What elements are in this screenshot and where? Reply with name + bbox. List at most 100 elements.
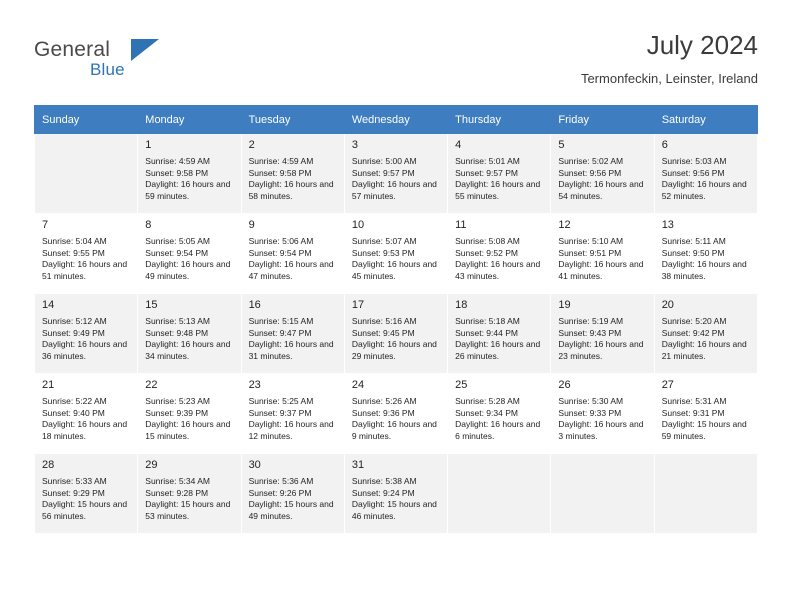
daylight-text: Daylight: 16 hours and 51 minutes. (42, 259, 128, 281)
calendar-day-cell[interactable]: 12 Sunrise: 5:10 AM Sunset: 9:51 PM Dayligh… (550, 213, 655, 294)
weekday-header-friday: Friday (550, 105, 655, 134)
day-number: 4 (455, 139, 462, 151)
sunrise-text: Sunrise: 5:10 AM (558, 236, 624, 246)
day-number: 21 (42, 379, 55, 391)
sunset-text: Sunset: 9:34 PM (455, 407, 518, 418)
sunset-text: Sunset: 9:54 PM (248, 247, 312, 258)
calendar-day-cell[interactable]: 18 Sunrise: 5:18 AM Sunset: 9:44 PM Dayligh… (447, 293, 552, 374)
sunset-text: Sunset: 9:56 PM (558, 167, 622, 178)
day-number: 3 (351, 139, 358, 151)
daylight-text: Daylight: 16 hours and 15 minutes. (145, 419, 231, 441)
calendar-day-cell[interactable]: 14 Sunrise: 5:12 AM Sunset: 9:49 PM Dayligh… (33, 293, 139, 374)
calendar-cell-inner: 25 Sunrise: 5:28 AM Sunset: 9:34 PM Dayligh… (448, 374, 550, 446)
calendar-day-cell[interactable]: 19 Sunrise: 5:19 AM Sunset: 9:43 PM Dayligh… (550, 293, 655, 374)
daylight-text: Daylight: 16 hours and 43 minutes. (455, 259, 541, 281)
calendar-cell-inner: 15 Sunrise: 5:13 AM Sunset: 9:48 PM Dayligh… (138, 294, 240, 366)
sunrise-text: Sunrise: 5:16 AM (351, 316, 417, 326)
calendar-day-cell[interactable]: 5 Sunrise: 5:02 AM Sunset: 9:56 PM Daylight… (550, 133, 655, 214)
calendar-day-cell[interactable]: 13 Sunrise: 5:11 AM Sunset: 9:50 PM Dayligh… (653, 213, 759, 294)
sunrise-text: Sunrise: 5:00 AM (351, 156, 417, 166)
calendar-day-cell[interactable]: 26 Sunrise: 5:30 AM Sunset: 9:33 PM Dayligh… (550, 373, 655, 454)
sunrise-text: Sunrise: 5:15 AM (248, 316, 314, 326)
sunset-text: Sunset: 9:49 PM (42, 327, 105, 338)
daylight-text: Daylight: 16 hours and 9 minutes. (351, 419, 437, 441)
sunset-text: Sunset: 9:58 PM (248, 167, 312, 178)
calendar-week-row: 21 Sunrise: 5:22 AM Sunset: 9:40 PM Dayligh… (33, 373, 759, 454)
calendar-page: General Blue July 2024 Termonfeckin, Lei… (0, 0, 792, 612)
calendar-day-cell[interactable]: 11 Sunrise: 5:08 AM Sunset: 9:52 PM Dayligh… (447, 213, 552, 294)
calendar-day-cell[interactable]: 2 Sunrise: 4:59 AM Sunset: 9:58 PM Daylight… (240, 133, 345, 214)
calendar-day-cell[interactable]: 27 Sunrise: 5:31 AM Sunset: 9:31 PM Dayligh… (653, 373, 759, 454)
calendar-cell-inner: 16 Sunrise: 5:15 AM Sunset: 9:47 PM Dayligh… (242, 294, 344, 366)
sunrise-text: Sunrise: 5:13 AM (145, 316, 211, 326)
calendar-table: Sunday Monday Tuesday Wednesday Thursday… (33, 105, 759, 534)
day-number: 27 (661, 379, 674, 391)
title-block: July 2024 Termonfeckin, Leinster, Irelan… (581, 30, 758, 88)
weekday-header-row: Sunday Monday Tuesday Wednesday Thursday… (33, 105, 759, 134)
day-number: 6 (661, 139, 668, 151)
calendar-day-cell[interactable]: 25 Sunrise: 5:28 AM Sunset: 9:34 PM Dayligh… (447, 373, 552, 454)
sunrise-text: Sunrise: 5:28 AM (455, 396, 520, 406)
calendar-cell-inner: 19 Sunrise: 5:19 AM Sunset: 9:43 PM Dayligh… (551, 294, 653, 366)
calendar-day-cell[interactable]: 31 Sunrise: 5:38 AM Sunset: 9:24 PM Dayligh… (343, 453, 449, 534)
calendar-cell-empty (447, 453, 552, 534)
daylight-text: Daylight: 15 hours and 49 minutes. (248, 499, 334, 521)
day-number: 12 (558, 219, 571, 231)
day-number: 14 (42, 299, 55, 311)
calendar-day-cell[interactable]: 4 Sunrise: 5:01 AM Sunset: 9:57 PM Daylight… (447, 133, 552, 214)
sunset-text: Sunset: 9:57 PM (351, 167, 415, 178)
daylight-text: Daylight: 16 hours and 41 minutes. (558, 259, 644, 281)
calendar-day-cell[interactable]: 7 Sunrise: 5:04 AM Sunset: 9:55 PM Daylight… (33, 213, 139, 294)
calendar-day-cell[interactable]: 8 Sunrise: 5:05 AM Sunset: 9:54 PM Daylight… (137, 213, 242, 294)
sunset-text: Sunset: 9:45 PM (351, 327, 415, 338)
day-number: 7 (42, 219, 49, 231)
sunset-text: Sunset: 9:33 PM (558, 407, 622, 418)
calendar-day-cell[interactable]: 1 Sunrise: 4:59 AM Sunset: 9:58 PM Daylight… (137, 133, 242, 214)
calendar-day-cell[interactable]: 28 Sunrise: 5:33 AM Sunset: 9:29 PM Dayligh… (33, 453, 139, 534)
daylight-text: Daylight: 16 hours and 12 minutes. (248, 419, 334, 441)
calendar-day-cell[interactable]: 21 Sunrise: 5:22 AM Sunset: 9:40 PM Dayligh… (33, 373, 139, 454)
calendar-day-cell[interactable]: 24 Sunrise: 5:26 AM Sunset: 9:36 PM Dayligh… (343, 373, 449, 454)
calendar-day-cell[interactable]: 29 Sunrise: 5:34 AM Sunset: 9:28 PM Dayligh… (137, 453, 242, 534)
sunset-text: Sunset: 9:31 PM (661, 407, 725, 418)
calendar-day-cell[interactable]: 6 Sunrise: 5:03 AM Sunset: 9:56 PM Daylight… (653, 133, 759, 214)
calendar-cell-inner: 14 Sunrise: 5:12 AM Sunset: 9:49 PM Dayligh… (35, 294, 137, 366)
sunset-text: Sunset: 9:57 PM (455, 167, 518, 178)
calendar-cell-inner: 4 Sunrise: 5:01 AM Sunset: 9:57 PM Daylight… (448, 134, 550, 206)
sunrise-text: Sunrise: 5:30 AM (558, 396, 624, 406)
day-number: 19 (558, 299, 571, 311)
calendar-day-cell[interactable]: 10 Sunrise: 5:07 AM Sunset: 9:53 PM Dayligh… (343, 213, 449, 294)
calendar-cell-inner: 22 Sunrise: 5:23 AM Sunset: 9:39 PM Dayligh… (138, 374, 240, 446)
day-number: 20 (661, 299, 674, 311)
calendar-cell-inner: 2 Sunrise: 4:59 AM Sunset: 9:58 PM Daylight… (242, 134, 344, 206)
calendar-day-cell[interactable]: 15 Sunrise: 5:13 AM Sunset: 9:48 PM Dayligh… (137, 293, 242, 374)
calendar-day-cell[interactable]: 22 Sunrise: 5:23 AM Sunset: 9:39 PM Dayligh… (137, 373, 242, 454)
calendar-cell-inner: 1 Sunrise: 4:59 AM Sunset: 9:58 PM Daylight… (138, 134, 240, 206)
calendar-cell-inner: 23 Sunrise: 5:25 AM Sunset: 9:37 PM Dayligh… (242, 374, 344, 446)
weekday-header-thursday: Thursday (447, 105, 552, 134)
brand-logo[interactable]: General Blue (34, 38, 264, 90)
calendar-day-cell[interactable]: 30 Sunrise: 5:36 AM Sunset: 9:26 PM Dayligh… (240, 453, 345, 534)
calendar-day-cell[interactable]: 3 Sunrise: 5:00 AM Sunset: 9:57 PM Daylight… (343, 133, 449, 214)
sunset-text: Sunset: 9:24 PM (351, 487, 415, 498)
calendar-day-cell[interactable]: 23 Sunrise: 5:25 AM Sunset: 9:37 PM Dayligh… (240, 373, 345, 454)
calendar-cell-inner: 28 Sunrise: 5:33 AM Sunset: 9:29 PM Dayligh… (35, 454, 137, 526)
calendar-week-row: 7 Sunrise: 5:04 AM Sunset: 9:55 PM Daylight… (33, 213, 759, 294)
calendar-day-cell[interactable]: 17 Sunrise: 5:16 AM Sunset: 9:45 PM Dayligh… (343, 293, 449, 374)
sunset-text: Sunset: 9:52 PM (455, 247, 518, 258)
sunset-text: Sunset: 9:58 PM (145, 167, 209, 178)
weekday-header-monday: Monday (137, 105, 242, 134)
daylight-text: Daylight: 16 hours and 23 minutes. (558, 339, 644, 361)
calendar-day-cell[interactable]: 20 Sunrise: 5:20 AM Sunset: 9:42 PM Dayligh… (653, 293, 759, 374)
calendar-day-cell[interactable]: 9 Sunrise: 5:06 AM Sunset: 9:54 PM Daylight… (240, 213, 345, 294)
calendar-day-cell[interactable]: 16 Sunrise: 5:15 AM Sunset: 9:47 PM Dayligh… (240, 293, 345, 374)
sunset-text: Sunset: 9:44 PM (455, 327, 518, 338)
sunrise-text: Sunrise: 5:31 AM (661, 396, 727, 406)
calendar-cell-inner: 5 Sunrise: 5:02 AM Sunset: 9:56 PM Daylight… (551, 134, 653, 206)
day-number: 28 (42, 459, 55, 471)
day-number: 8 (145, 219, 152, 231)
sunset-text: Sunset: 9:54 PM (145, 247, 209, 258)
sunrise-text: Sunrise: 5:36 AM (248, 476, 314, 486)
blue-triangle-flag-icon (131, 39, 159, 61)
sunset-text: Sunset: 9:51 PM (558, 247, 622, 258)
